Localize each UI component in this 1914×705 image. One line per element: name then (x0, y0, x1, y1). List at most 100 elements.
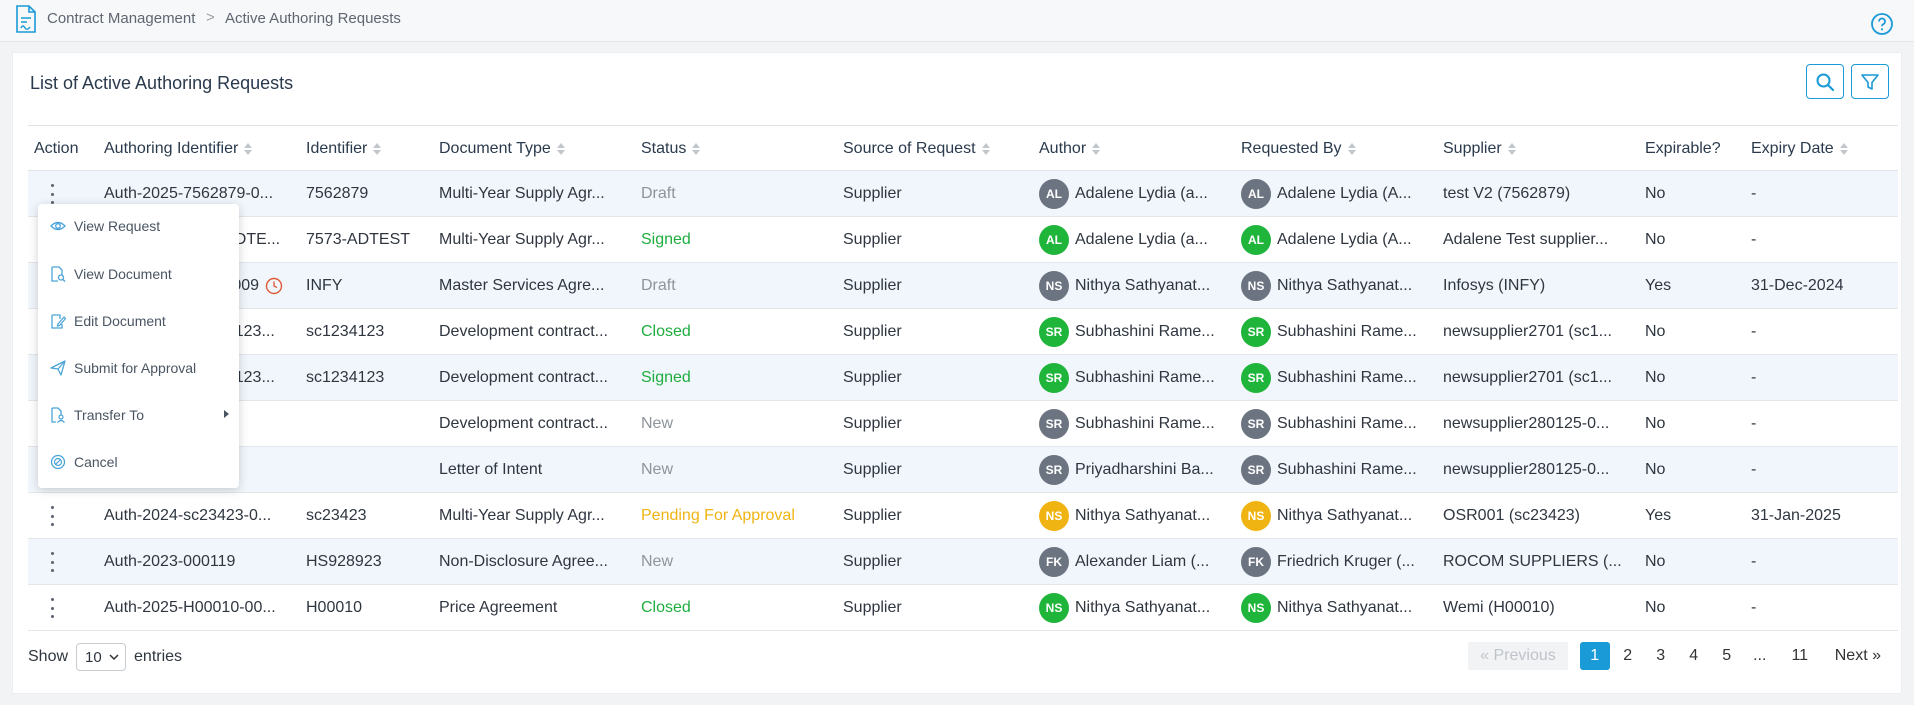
menu-item-cancel[interactable]: Cancel (38, 442, 239, 482)
search-button[interactable] (1806, 64, 1844, 99)
expirable-cell: No (1645, 185, 1666, 202)
document-type-cell: Multi-Year Supply Agr... (439, 231, 605, 248)
supplier-cell: newsupplier280125-0... (1443, 415, 1610, 432)
supplier-cell: newsupplier280125-0... (1443, 461, 1610, 478)
avatar: AL (1039, 178, 1069, 209)
document-type-cell: Multi-Year Supply Agr... (439, 185, 605, 202)
source-cell: Supplier (843, 461, 902, 478)
table-row[interactable]: Auth-2023-000119 HS928923 Non-Disclosure A… (28, 539, 1898, 585)
author-name: Priyadharshini Ba... (1075, 460, 1214, 478)
status-badge: Closed (641, 599, 691, 616)
supplier-cell: ROCOM SUPPLIERS (... (1443, 553, 1622, 570)
authoring-identifier-cell[interactable]: Auth-2025-H00010-00... (104, 585, 289, 630)
author-name: Alexander Liam (... (1075, 552, 1210, 570)
source-cell: Supplier (843, 185, 902, 202)
table-row[interactable]: Auth-2025-H00010-00... H00010 Price Agreem… (28, 585, 1898, 631)
avatar: AL (1039, 224, 1069, 255)
pagination-page[interactable]: 3 (1646, 642, 1676, 670)
document-search-icon (51, 266, 66, 282)
document-type-cell: Master Services Agre... (439, 277, 605, 294)
menu-item-transfer-to[interactable]: Transfer To (38, 395, 239, 435)
avatar: NS (1039, 592, 1069, 623)
expirable-cell: No (1645, 461, 1666, 478)
row-action-menu: View Request View Document Edit Document Su… (38, 204, 239, 488)
header-expiry-date[interactable]: Expiry Date (1751, 140, 1848, 158)
status-badge: New (641, 415, 674, 432)
requested-by-name: Friedrich Kruger (... (1277, 552, 1415, 570)
menu-item-view-request[interactable]: View Request (38, 206, 239, 246)
header-requested-by[interactable]: Requested By (1241, 140, 1356, 158)
sort-icon (1092, 142, 1101, 156)
filter-button[interactable] (1851, 64, 1889, 99)
author-name: Adalene Lydia (a... (1075, 184, 1208, 202)
avatar: NS (1241, 270, 1271, 301)
requested-by-cell: SR Subhashini Rame... (1241, 447, 1437, 492)
header-authoring-identifier[interactable]: Authoring Identifier (104, 140, 253, 158)
header-author[interactable]: Author (1039, 140, 1101, 158)
menu-item-label: Edit Document (74, 313, 166, 329)
sort-icon (1839, 142, 1848, 156)
menu-item-label: View Document (74, 266, 172, 282)
source-cell: Supplier (843, 553, 902, 570)
requested-by-cell: SR Subhashini Rame... (1241, 401, 1437, 446)
pagination-previous[interactable]: « Previous (1468, 642, 1568, 670)
header-status[interactable]: Status (641, 140, 701, 158)
help-icon[interactable] (1870, 12, 1894, 36)
row-actions-kebab-icon[interactable] (48, 598, 56, 618)
source-cell: Supplier (843, 277, 902, 294)
menu-item-edit-document[interactable]: Edit Document (38, 301, 239, 341)
pagination-page[interactable]: 5 (1712, 642, 1742, 670)
expirable-cell: No (1645, 599, 1666, 616)
author-cell: AL Adalene Lydia (a... (1039, 217, 1235, 262)
expiry-date-cell: - (1751, 415, 1757, 432)
pagination-page[interactable]: 11 (1785, 642, 1815, 670)
sort-icon (1507, 142, 1516, 156)
requested-by-name: Nithya Sathyanat... (1277, 506, 1413, 524)
author-cell: NS Nithya Sathyanat... (1039, 263, 1235, 308)
send-icon (50, 360, 66, 376)
sort-icon (556, 142, 565, 156)
authoring-identifier-cell[interactable]: Auth-2024-sc23423-0... (104, 493, 289, 538)
author-name: Nithya Sathyanat... (1075, 598, 1211, 616)
avatar: SR (1039, 316, 1069, 347)
table-row[interactable]: Auth-2024-INFY-0009INFYMaster Services A… (28, 263, 1898, 309)
source-cell: Supplier (843, 599, 902, 616)
expiry-date-cell: - (1751, 185, 1757, 202)
table-row[interactable]: Auth-2025-000124Development contract...N… (28, 401, 1898, 447)
header-source-of-request[interactable]: Source of Request (843, 140, 990, 158)
page-size-select[interactable]: 10 (76, 643, 127, 671)
requested-by-cell: FK Friedrich Kruger (... (1241, 539, 1437, 584)
header-action: Action (34, 140, 79, 157)
menu-item-submit-for-approval[interactable]: Submit for Approval (38, 348, 239, 388)
status-badge: Draft (641, 277, 676, 294)
requested-by-cell: AL Adalene Lydia (A... (1241, 171, 1437, 216)
pagination-page[interactable]: 1 (1579, 642, 1610, 670)
expirable-cell: No (1645, 553, 1666, 570)
requested-by-cell: NS Nithya Sathyanat... (1241, 263, 1437, 308)
header-supplier[interactable]: Supplier (1443, 140, 1516, 158)
menu-item-view-document[interactable]: View Document (38, 254, 239, 294)
table-row[interactable]: Auth-2025-000123Letter of IntentNewSuppl… (28, 447, 1898, 493)
row-actions-kebab-icon[interactable] (48, 506, 56, 526)
clock-icon (265, 277, 283, 294)
row-actions-kebab-icon[interactable] (48, 552, 56, 572)
table-row[interactable]: Auth-2025-7562879-0... 7562879 Multi-Year … (28, 171, 1898, 217)
supplier-cell: newsupplier2701 (sc1... (1443, 369, 1612, 386)
row-actions-kebab-icon[interactable] (48, 184, 56, 204)
table-header: Action Authoring Identifier Identifier D… (28, 125, 1898, 171)
entries-label: entries (134, 648, 183, 665)
status-badge: Closed (641, 323, 691, 340)
avatar: FK (1039, 546, 1069, 577)
breadcrumb-root[interactable]: Contract Management (47, 10, 195, 27)
table-row[interactable]: Auth-2025-7573-ADTE...7573-ADTESTMulti-Y… (28, 217, 1898, 263)
table-row[interactable]: Auth-2024-sc23423-0... sc23423 Multi-Year … (28, 493, 1898, 539)
requested-by-name: Adalene Lydia (A... (1277, 230, 1412, 248)
table-row[interactable]: Auth-2025-sc1234123...sc1234123Developme… (28, 309, 1898, 355)
header-document-type[interactable]: Document Type (439, 140, 565, 158)
authoring-identifier-cell[interactable]: Auth-2023-000119 (104, 539, 289, 584)
header-identifier[interactable]: Identifier (306, 140, 382, 158)
table-row[interactable]: Auth-2025-sc1234123...sc1234123Developme… (28, 355, 1898, 401)
pagination-next[interactable]: Next » (1827, 642, 1889, 670)
pagination-page[interactable]: 2 (1613, 642, 1643, 670)
pagination-page[interactable]: 4 (1679, 642, 1709, 670)
